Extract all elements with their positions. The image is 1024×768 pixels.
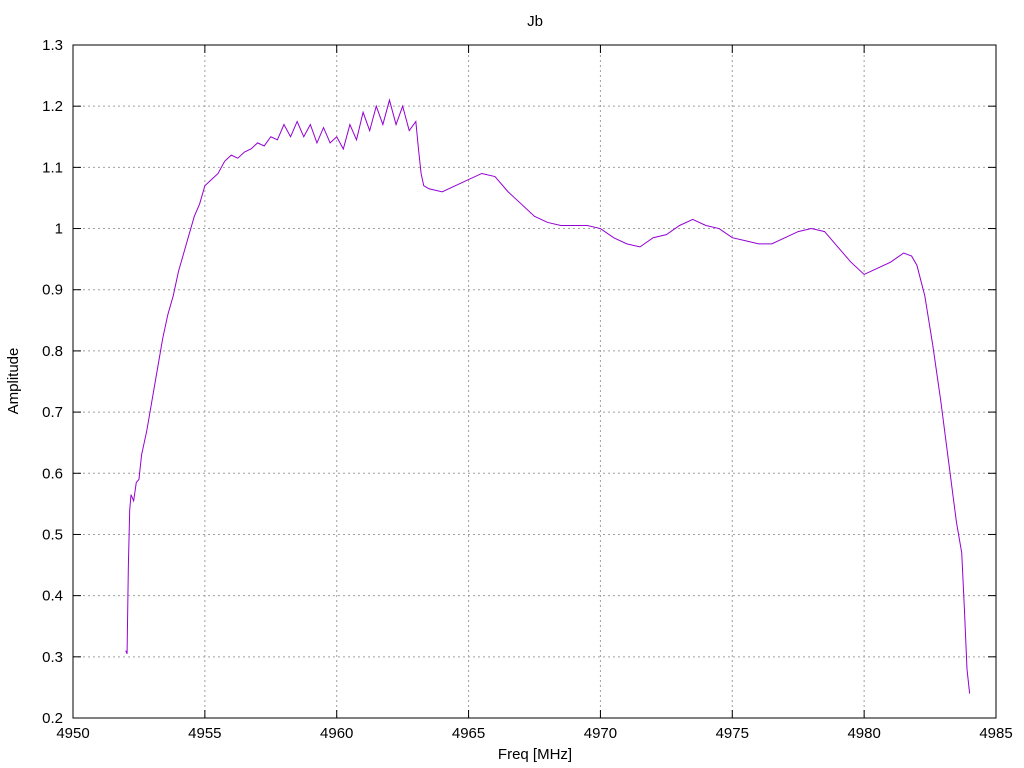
chart-background (0, 0, 1024, 768)
y-tick-label: 0.8 (42, 343, 63, 360)
y-tick-label: 1 (55, 221, 63, 238)
y-tick-label: 1.2 (42, 98, 63, 115)
y-tick-label: 1.3 (42, 37, 63, 54)
x-tick-label: 4965 (452, 725, 485, 742)
y-tick-label: 0.2 (42, 710, 63, 727)
chart-title: Jb (527, 13, 543, 30)
y-tick-label: 0.7 (42, 404, 63, 421)
x-tick-label: 4970 (584, 725, 617, 742)
y-tick-label: 1.1 (42, 159, 63, 176)
y-tick-label: 0.5 (42, 526, 63, 543)
y-tick-label: 0.4 (42, 588, 63, 605)
y-tick-label: 0.3 (42, 649, 63, 666)
x-tick-label: 4950 (56, 725, 89, 742)
x-tick-label: 4980 (847, 725, 880, 742)
x-tick-label: 4975 (716, 725, 749, 742)
x-axis-label: Freq [MHz] (498, 746, 572, 763)
y-tick-label: 0.9 (42, 282, 63, 299)
y-axis-label: Amplitude (5, 348, 22, 415)
x-tick-label: 4960 (320, 725, 353, 742)
x-tick-label: 4955 (188, 725, 221, 742)
y-tick-label: 0.6 (42, 465, 63, 482)
line-chart: 4950 4955 4960 4965 4970 4975 4980 4985 0.2 0.3 0.… (0, 0, 1024, 768)
x-tick-label: 4985 (979, 725, 1012, 742)
